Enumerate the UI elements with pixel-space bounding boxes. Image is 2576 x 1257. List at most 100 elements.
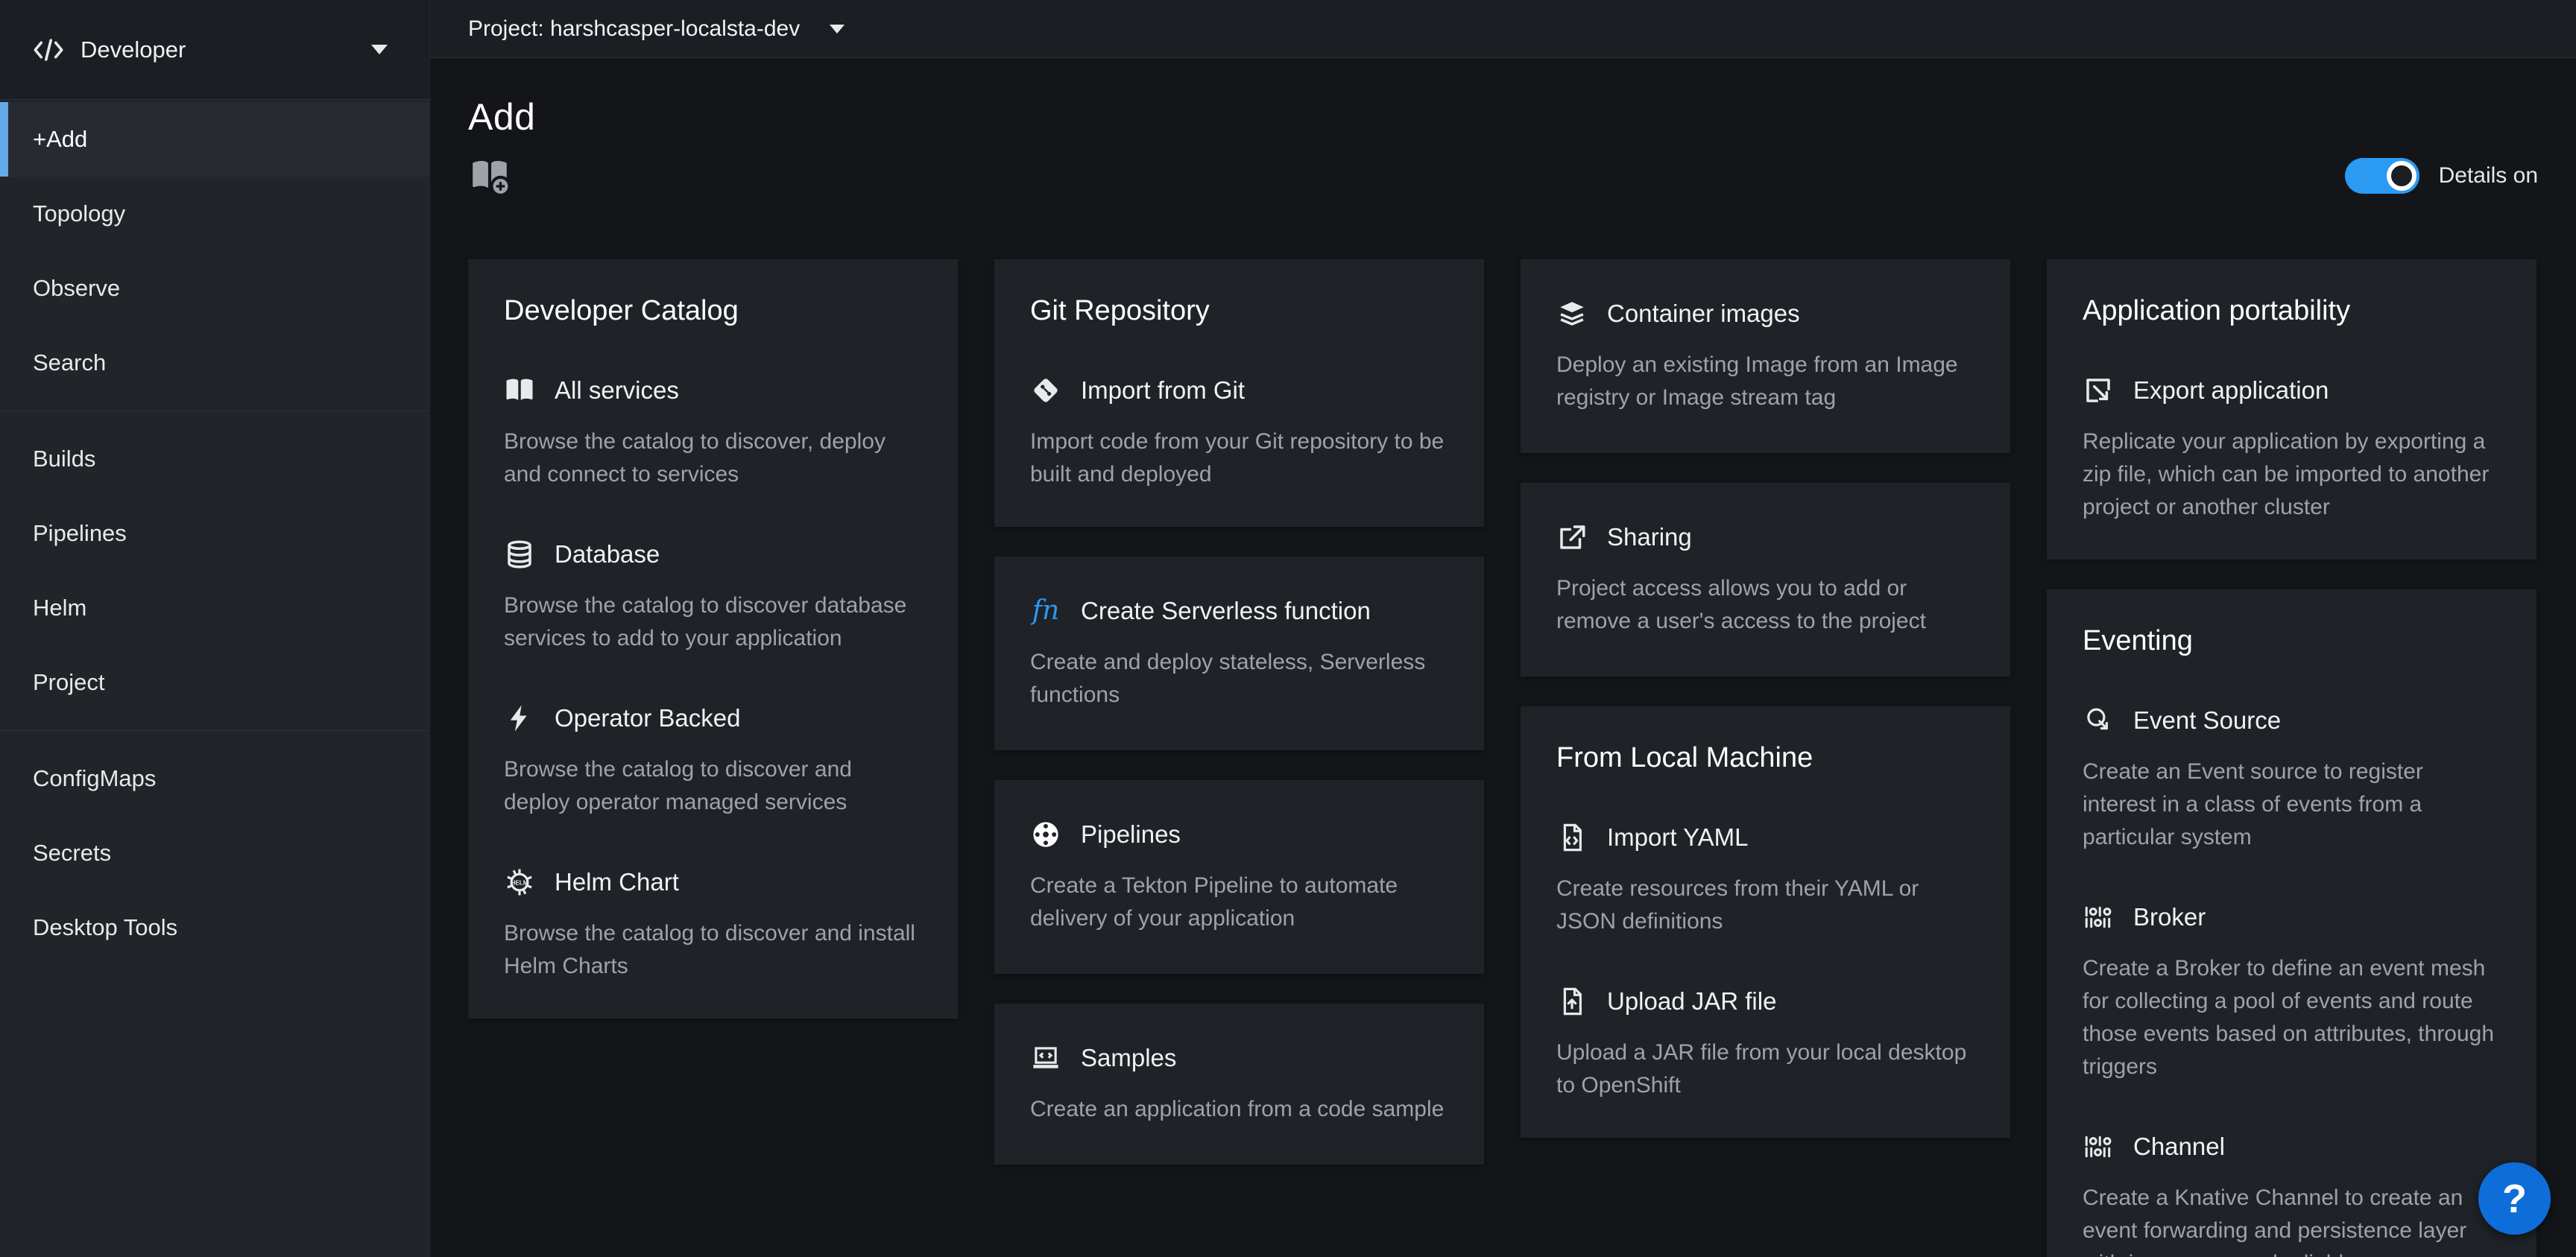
item-description: Create resources from their YAML or JSON… — [1556, 873, 1974, 938]
perspective-switcher[interactable]: Developer — [0, 0, 429, 100]
export-application-link[interactable]: Export application — [2083, 375, 2501, 406]
svg-text:HELM: HELM — [511, 880, 528, 887]
item-description: Upload a JAR file from your local deskto… — [1556, 1036, 1974, 1102]
samples-laptop-icon — [1030, 1042, 1061, 1074]
sidebar-item-desktop-tools[interactable]: Desktop Tools — [0, 890, 429, 965]
help-button[interactable]: ? — [2478, 1162, 2551, 1235]
details-toggle-label: Details on — [2439, 163, 2538, 189]
item-description: Import code from your Git repository to … — [1030, 425, 1448, 491]
sidebar-item-pipelines[interactable]: Pipelines — [0, 496, 429, 571]
sidebar-item-search[interactable]: Search — [0, 326, 429, 400]
card-pipelines: Pipelines Create a Tekton Pipeline to au… — [994, 780, 1484, 974]
item-label: Upload JAR file — [1607, 987, 1776, 1016]
sidebar-item-project[interactable]: Project — [0, 645, 429, 720]
card-title: Git Repository — [1030, 295, 1448, 327]
sidebar-item-observe[interactable]: Observe — [0, 251, 429, 326]
sidebar-item-builds[interactable]: Builds — [0, 422, 429, 496]
card-samples: Samples Create an application from a cod… — [994, 1004, 1484, 1165]
add-item-container-images: Container images Deploy an existing Imag… — [1556, 298, 1974, 414]
item-label: Channel — [2133, 1133, 2225, 1161]
add-item-import-yaml: Import YAML Create resources from their … — [1556, 822, 1974, 938]
item-description: Create a Broker to define an event mesh … — [2083, 952, 2501, 1083]
item-label: Create Serverless function — [1081, 597, 1371, 625]
details-toggle[interactable]: Details on — [2345, 158, 2538, 194]
item-description: Browse the catalog to discover, deploy a… — [504, 425, 922, 491]
card-serverless-function: fn Create Serverless function Create and… — [994, 557, 1484, 750]
samples-link[interactable]: Samples — [1030, 1042, 1448, 1074]
project-bar: Project: harshcasper-localsta-dev — [430, 0, 2576, 58]
create-serverless-function-link[interactable]: fn Create Serverless function — [1030, 595, 1448, 627]
helm-chart-link[interactable]: HELM Helm Chart — [504, 867, 922, 898]
serverless-fn-icon: fn — [1030, 595, 1061, 627]
card-sharing: Sharing Project access allows you to add… — [1521, 483, 2010, 677]
event-source-link[interactable]: Event Source — [2083, 705, 2501, 736]
card-column-3: Container images Deploy an existing Imag… — [1521, 259, 2010, 1138]
broker-link[interactable]: Broker — [2083, 902, 2501, 933]
container-images-link[interactable]: Container images — [1556, 298, 1974, 329]
item-label: Import from Git — [1081, 376, 1245, 405]
toggle-knob — [2387, 161, 2416, 191]
item-description: Create an Event source to register inter… — [2083, 756, 2501, 854]
project-selector[interactable]: Project: harshcasper-localsta-dev — [468, 16, 845, 42]
helm-icon: HELM — [504, 867, 535, 898]
layers-icon — [1556, 298, 1588, 329]
item-description: Browse the catalog to discover and insta… — [504, 917, 922, 983]
sidebar-item-configmaps[interactable]: ConfigMaps — [0, 741, 429, 816]
item-label: Helm Chart — [555, 868, 679, 896]
item-description: Create and deploy stateless, Serverless … — [1030, 646, 1448, 712]
card-title: Developer Catalog — [504, 295, 922, 327]
add-item-operator-backed: Operator Backed Browse the catalog to di… — [504, 703, 922, 819]
sidebar-item-add[interactable]: +Add — [0, 102, 429, 177]
item-label: Sharing — [1607, 523, 1692, 551]
database-link[interactable]: Database — [504, 539, 922, 570]
item-description: Create a Tekton Pipeline to automate del… — [1030, 870, 1448, 935]
broker-icon — [2083, 902, 2114, 933]
card-developer-catalog: Developer Catalog All services — [468, 259, 958, 1019]
channel-link[interactable]: Channel — [2083, 1131, 2501, 1162]
card-from-local-machine: From Local Machine Im — [1521, 706, 2010, 1138]
bolt-icon — [504, 703, 535, 734]
catalog-book-icon — [504, 375, 535, 406]
openshift-console: Developer +Add Topology Observe Search B… — [0, 0, 2576, 1257]
sidebar-item-helm[interactable]: Helm — [0, 571, 429, 645]
card-column-2: Git Repository — [994, 259, 1484, 1165]
toggle-switch[interactable] — [2345, 158, 2419, 194]
item-description: Replicate your application by exporting … — [2083, 425, 2501, 524]
add-page: Add Details on De — [430, 58, 2576, 1257]
add-item-database: Database Browse the catalog to discover … — [504, 539, 922, 655]
item-label: Import YAML — [1607, 823, 1749, 852]
card-title: Application portability — [2083, 295, 2501, 327]
sidebar: Developer +Add Topology Observe Search B… — [0, 0, 430, 1257]
card-column-1: Developer Catalog All services — [468, 259, 958, 1019]
database-icon — [504, 539, 535, 570]
sharing-link[interactable]: Sharing — [1556, 522, 1974, 553]
import-from-git-link[interactable]: Import from Git — [1030, 375, 1448, 406]
git-icon — [1030, 375, 1061, 406]
caret-down-icon — [830, 25, 845, 34]
page-header-row: Details on — [468, 155, 2538, 197]
import-yaml-link[interactable]: Import YAML — [1556, 822, 1974, 853]
operator-backed-link[interactable]: Operator Backed — [504, 703, 922, 734]
item-description: Deploy an existing Image from an Image r… — [1556, 349, 1974, 414]
add-item-create-serverless-function: fn Create Serverless function Create and… — [1030, 595, 1448, 712]
file-upload-icon — [1556, 986, 1588, 1017]
sidebar-nav: +Add Topology Observe Search Builds Pipe… — [0, 100, 429, 965]
main-area: Project: harshcasper-localsta-dev Add De… — [430, 0, 2576, 1257]
catalog-book-plus-icon — [468, 156, 511, 195]
upload-jar-file-link[interactable]: Upload JAR file — [1556, 986, 1974, 1017]
all-services-link[interactable]: All services — [504, 375, 922, 406]
item-description: Browse the catalog to discover and deplo… — [504, 753, 922, 819]
add-item-helm-chart: HELM Helm Chart Browse the catalog to di… — [504, 867, 922, 983]
item-description: Browse the catalog to discover database … — [504, 589, 922, 655]
add-item-channel: Channel Create a Knative Channel to crea… — [2083, 1131, 2501, 1257]
sidebar-item-topology[interactable]: Topology — [0, 177, 429, 251]
add-cards-grid: Developer Catalog All services — [468, 259, 2538, 1257]
item-label: Export application — [2133, 376, 2329, 405]
card-application-portability: Application portability — [2047, 259, 2536, 560]
sidebar-item-secrets[interactable]: Secrets — [0, 816, 429, 890]
caret-down-icon — [371, 45, 388, 54]
pipelines-link[interactable]: Pipelines — [1030, 819, 1448, 850]
perspective-label: Developer — [80, 37, 186, 63]
item-label: Event Source — [2133, 706, 2281, 735]
channel-icon — [2083, 1131, 2114, 1162]
